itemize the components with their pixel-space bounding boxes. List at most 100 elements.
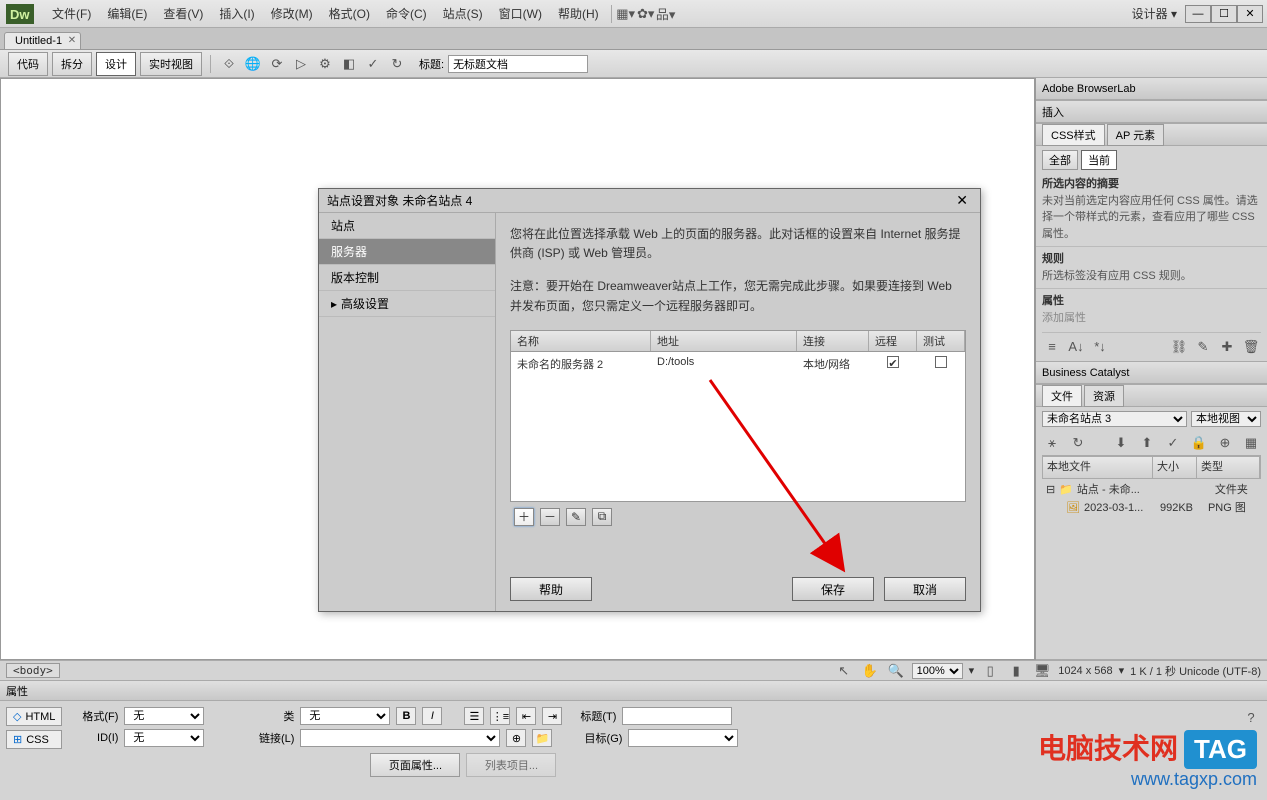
panel-browserlab[interactable]: Adobe BrowserLab bbox=[1036, 78, 1267, 100]
save-button[interactable]: 保存 bbox=[792, 577, 874, 601]
site-icon[interactable]: 品▾ bbox=[656, 4, 676, 24]
link-icon[interactable]: ⛓ bbox=[1169, 337, 1189, 357]
add-property[interactable]: 添加属性 bbox=[1042, 310, 1261, 327]
checkout-icon[interactable]: ✓ bbox=[1163, 433, 1183, 453]
format-select[interactable]: 无 bbox=[124, 707, 204, 725]
italic-button[interactable]: I bbox=[422, 707, 442, 725]
sort-icon[interactable]: A↓ bbox=[1066, 337, 1086, 357]
minimize-button[interactable]: — bbox=[1185, 5, 1211, 23]
html-mode-button[interactable]: ◇HTML bbox=[6, 707, 62, 726]
ul-button[interactable]: ☰ bbox=[464, 707, 484, 725]
tab-ap-elements[interactable]: AP 元素 bbox=[1107, 124, 1165, 146]
new-rule-icon[interactable]: ✎ bbox=[1193, 337, 1213, 357]
indent-button[interactable]: ⇥ bbox=[542, 707, 562, 725]
tablet-icon[interactable]: ▮ bbox=[1006, 661, 1026, 681]
doc-tab[interactable]: Untitled-1 ✕ bbox=[4, 32, 81, 49]
ol-button[interactable]: ⋮≡ bbox=[490, 707, 510, 725]
col-test[interactable]: 测试 bbox=[917, 331, 965, 351]
reload-icon[interactable]: ↻ bbox=[387, 54, 407, 74]
expand-minus-icon[interactable]: ⊟ bbox=[1046, 482, 1055, 499]
get-icon[interactable]: ⬇ bbox=[1111, 433, 1131, 453]
target-select[interactable] bbox=[628, 729, 738, 747]
maximize-button[interactable]: ☐ bbox=[1211, 5, 1237, 23]
col-connection[interactable]: 连接 bbox=[797, 331, 869, 351]
refresh-icon[interactable]: ⟳ bbox=[267, 54, 287, 74]
col-local-file[interactable]: 本地文件 bbox=[1043, 457, 1153, 478]
tab-files[interactable]: 文件 bbox=[1042, 385, 1082, 407]
nav-servers[interactable]: 服务器 bbox=[319, 239, 495, 265]
col-address[interactable]: 地址 bbox=[651, 331, 797, 351]
add-server-button[interactable]: ＋ bbox=[514, 508, 534, 526]
site-select[interactable]: 未命名站点 3 bbox=[1042, 411, 1187, 427]
show-category-icon[interactable]: ≡ bbox=[1042, 337, 1062, 357]
panel-insert[interactable]: 插入 bbox=[1036, 101, 1267, 123]
sync-icon[interactable]: ⊕ bbox=[1215, 433, 1235, 453]
menu-commands[interactable]: 命令(C) bbox=[378, 1, 435, 26]
class-select[interactable]: 无 bbox=[300, 707, 390, 725]
visual-aids-icon[interactable]: ◧ bbox=[339, 54, 359, 74]
desktop-icon[interactable]: 🖥 bbox=[1032, 661, 1052, 681]
split-view-button[interactable]: 拆分 bbox=[52, 52, 92, 76]
screen-icon[interactable]: ▯ bbox=[980, 661, 1000, 681]
outdent-button[interactable]: ⇤ bbox=[516, 707, 536, 725]
tag-selector[interactable]: <body> bbox=[6, 663, 60, 678]
code-view-button[interactable]: 代码 bbox=[8, 52, 48, 76]
page-title-input[interactable] bbox=[448, 55, 588, 73]
expand-icon[interactable]: ▦ bbox=[1241, 433, 1261, 453]
css-mode-button[interactable]: ⊞CSS bbox=[6, 730, 62, 749]
menu-site[interactable]: 站点(S) bbox=[435, 1, 491, 26]
nav-icon[interactable]: ▷ bbox=[291, 54, 311, 74]
options-icon[interactable]: ⚙ bbox=[315, 54, 335, 74]
browse-icon[interactable]: 📁 bbox=[532, 729, 552, 747]
workspace-switcher[interactable]: 设计器 ▾ bbox=[1124, 1, 1185, 26]
remove-server-button[interactable]: － bbox=[540, 508, 560, 526]
server-row[interactable]: 未命名的服务器 2 D:/tools 本地/网络 ✔ bbox=[511, 352, 965, 376]
title-attr-input[interactable] bbox=[622, 707, 732, 725]
id-select[interactable]: 无 bbox=[124, 729, 204, 747]
connect-icon[interactable]: ⚹ bbox=[1042, 433, 1062, 453]
nav-version-control[interactable]: 版本控制 bbox=[319, 265, 495, 291]
file-item-row[interactable]: 🖼 2023-03-1... 992KB PNG 图 bbox=[1044, 499, 1259, 518]
page-properties-button[interactable]: 页面属性... bbox=[370, 753, 460, 777]
menu-window[interactable]: 窗口(W) bbox=[491, 1, 550, 26]
live-view-button[interactable]: 实时视图 bbox=[140, 52, 202, 76]
canvas-dims[interactable]: 1024 x 568 bbox=[1058, 665, 1112, 677]
pointer-icon[interactable]: ↖ bbox=[834, 661, 854, 681]
cancel-button[interactable]: 取消 bbox=[884, 577, 966, 601]
help-button[interactable]: 帮助 bbox=[510, 577, 592, 601]
browser-icon[interactable]: 🌐 bbox=[243, 54, 263, 74]
menu-help[interactable]: 帮助(H) bbox=[550, 1, 607, 26]
design-view-button[interactable]: 设计 bbox=[96, 52, 136, 76]
menu-insert[interactable]: 插入(I) bbox=[211, 1, 262, 26]
cascade-icon[interactable]: *↓ bbox=[1090, 337, 1110, 357]
help-icon[interactable]: ? bbox=[1241, 707, 1261, 727]
col-size[interactable]: 大小 bbox=[1153, 457, 1197, 478]
properties-header[interactable]: 属性 bbox=[0, 681, 1267, 701]
menu-view[interactable]: 查看(V) bbox=[155, 1, 211, 26]
validate-icon[interactable]: ✓ bbox=[363, 54, 383, 74]
zoom-select[interactable]: 100% bbox=[912, 663, 963, 679]
checkin-icon[interactable]: 🔒 bbox=[1189, 433, 1209, 453]
edit-server-button[interactable]: ✎ bbox=[566, 508, 586, 526]
nav-advanced[interactable]: ▸高级设置 bbox=[319, 291, 495, 317]
point-to-file-icon[interactable]: ⊕ bbox=[506, 729, 526, 747]
link-select[interactable] bbox=[300, 729, 500, 747]
file-root-row[interactable]: ⊟ 📁 站点 - 未命... 文件夹 bbox=[1044, 481, 1259, 500]
css-all-button[interactable]: 全部 bbox=[1042, 150, 1078, 170]
col-type[interactable]: 类型 bbox=[1197, 457, 1260, 478]
zoom-icon[interactable]: 🔍 bbox=[886, 661, 906, 681]
cell-remote[interactable]: ✔ bbox=[869, 354, 917, 374]
nav-site[interactable]: 站点 bbox=[319, 213, 495, 239]
layout-icon[interactable]: ▦▾ bbox=[616, 4, 636, 24]
put-icon[interactable]: ⬆ bbox=[1137, 433, 1157, 453]
view-select[interactable]: 本地视图 bbox=[1191, 411, 1261, 427]
panel-business-catalyst[interactable]: Business Catalyst bbox=[1036, 362, 1267, 384]
extend-icon[interactable]: ✿▾ bbox=[636, 4, 656, 24]
menu-modify[interactable]: 修改(M) bbox=[263, 1, 321, 26]
css-current-button[interactable]: 当前 bbox=[1081, 150, 1117, 170]
tab-css-styles[interactable]: CSS样式 bbox=[1042, 124, 1105, 146]
duplicate-server-button[interactable]: ⧉ bbox=[592, 508, 612, 526]
close-button[interactable]: ✕ bbox=[1237, 5, 1263, 23]
close-icon[interactable]: ✕ bbox=[68, 35, 76, 46]
menu-format[interactable]: 格式(O) bbox=[321, 1, 378, 26]
